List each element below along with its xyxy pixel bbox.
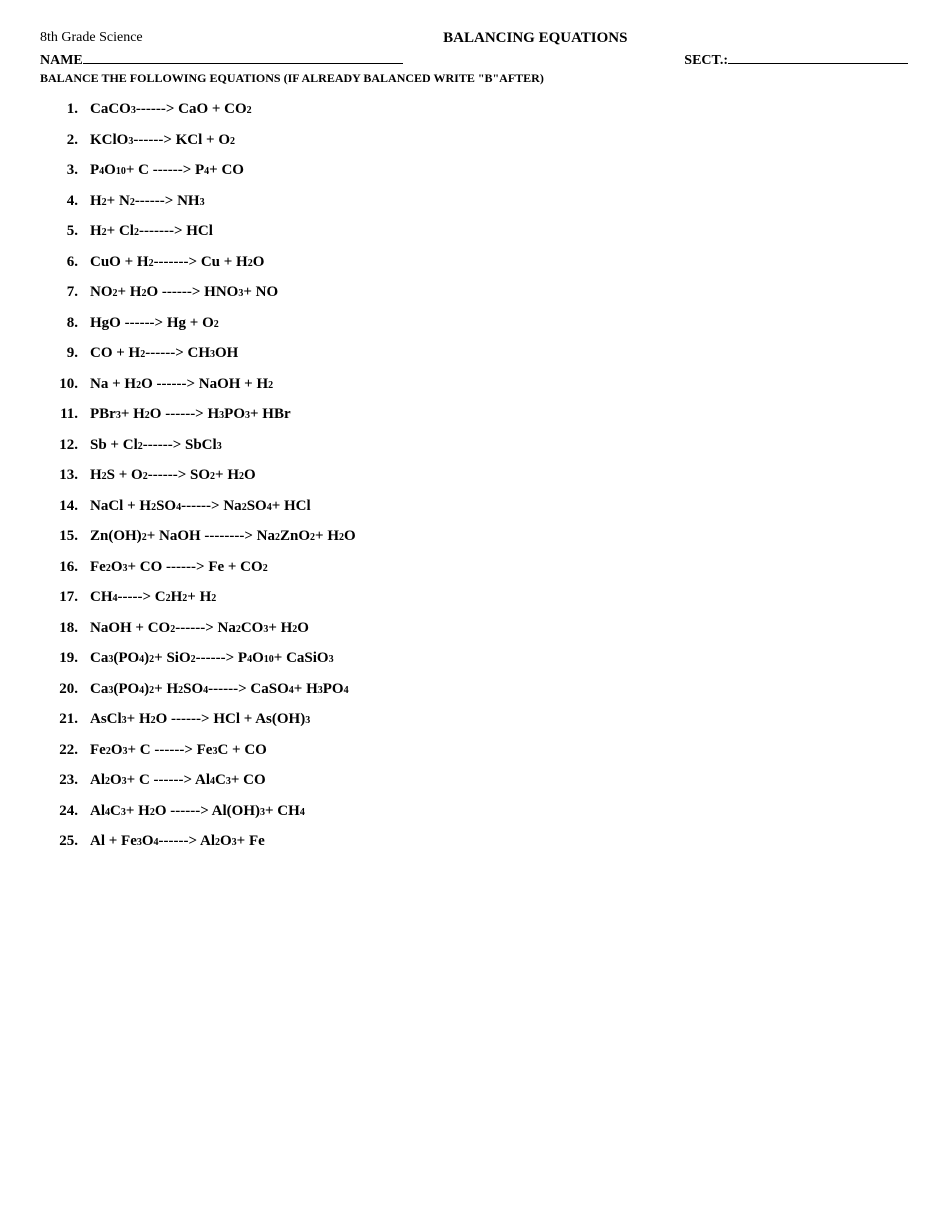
equation-row: 1.CaCO3 ------> CaO + CO2: [40, 98, 908, 121]
equation-content: P4O10 + C ------> P4 + CO: [90, 159, 244, 182]
name-section: NAME: [40, 53, 403, 69]
equation-content: Fe2O3 + CO ------> Fe + CO2: [90, 556, 268, 579]
equation-number: 17.: [40, 586, 90, 609]
sect-section: SECT.:: [684, 53, 908, 69]
equation-row: 12.Sb + Cl2 ------> SbCl3: [40, 434, 908, 457]
equation-row: 24.Al4C3 + H2O ------> Al(OH)3 + CH4: [40, 800, 908, 823]
equation-number: 13.: [40, 464, 90, 487]
equation-content: H2 + N2 ------> NH3: [90, 190, 205, 213]
equation-content: PBr3 + H2O ------> H3PO3 + HBr: [90, 403, 291, 426]
equation-number: 6.: [40, 251, 90, 274]
equation-content: NaCl + H2SO4 ------> Na2SO4 + HCl: [90, 495, 311, 518]
equation-content: HgO ------> Hg + O2: [90, 312, 219, 335]
equation-content: CuO + H2 -------> Cu + H2O: [90, 251, 264, 274]
equation-number: 4.: [40, 190, 90, 213]
equation-content: NaOH + CO2 ------> Na2CO3 + H2O: [90, 617, 309, 640]
equation-number: 9.: [40, 342, 90, 365]
equation-content: Al4C3 + H2O ------> Al(OH)3 + CH4: [90, 800, 305, 823]
equation-number: 14.: [40, 495, 90, 518]
equation-row: 23.Al2O3 + C ------> Al4C3 + CO: [40, 769, 908, 792]
equation-content: Al2O3 + C ------> Al4C3 + CO: [90, 769, 266, 792]
equation-content: Fe2O3 + C ------> Fe3C + CO: [90, 739, 267, 762]
equation-content: KClO3 ------> KCl + O2: [90, 129, 235, 152]
equation-number: 7.: [40, 281, 90, 304]
equation-number: 2.: [40, 129, 90, 152]
page-header: 8th Grade Science BALANCING EQUATIONS: [40, 30, 908, 47]
equation-number: 3.: [40, 159, 90, 182]
subject-label: 8th Grade Science: [40, 30, 143, 46]
equation-number: 22.: [40, 739, 90, 762]
equation-number: 16.: [40, 556, 90, 579]
equation-content: Sb + Cl2 ------> SbCl3: [90, 434, 222, 457]
name-label: NAME: [40, 53, 83, 69]
equation-content: CO + H2 ------> CH3OH: [90, 342, 238, 365]
equation-row: 19.Ca3(PO4)2 + SiO2 ------> P4O10 + CaSi…: [40, 647, 908, 670]
equation-content: Ca3(PO4)2 + H2SO4 ------> CaSO4 + H3PO4: [90, 678, 349, 701]
instructions-text: BALANCE THE FOLLOWING EQUATIONS (IF ALRE…: [40, 71, 908, 86]
equation-row: 8.HgO ------> Hg + O2: [40, 312, 908, 335]
equation-number: 20.: [40, 678, 90, 701]
sect-underline: [728, 63, 908, 64]
equation-number: 10.: [40, 373, 90, 396]
equation-row: 22.Fe2O3 + C ------> Fe3C + CO: [40, 739, 908, 762]
equations-container: 1.CaCO3 ------> CaO + CO22.KClO3 ------>…: [40, 98, 908, 853]
equation-row: 6.CuO + H2 -------> Cu + H2O: [40, 251, 908, 274]
equation-number: 1.: [40, 98, 90, 121]
equation-row: 13.H2S + O2 ------> SO2 + H2O: [40, 464, 908, 487]
equation-row: 5.H2 + Cl2 -------> HCl: [40, 220, 908, 243]
equation-number: 25.: [40, 830, 90, 853]
equation-content: Zn(OH)2 + NaOH --------> Na2ZnO2 + H2O: [90, 525, 356, 548]
equation-row: 21.AsCl3 + H2O ------> HCl + As(OH)3: [40, 708, 908, 731]
equation-number: 15.: [40, 525, 90, 548]
name-sect-line: NAME SECT.:: [40, 53, 908, 69]
name-underline: [83, 63, 403, 64]
equation-content: CH4 -----> C2H2 + H2: [90, 586, 216, 609]
equation-row: 15.Zn(OH)2 + NaOH --------> Na2ZnO2 + H2…: [40, 525, 908, 548]
equation-number: 24.: [40, 800, 90, 823]
equation-row: 11.PBr3 + H2O ------> H3PO3 + HBr: [40, 403, 908, 426]
equation-row: 4.H2 + N2 ------> NH3: [40, 190, 908, 213]
page-title: BALANCING EQUATIONS: [163, 30, 908, 47]
equation-number: 19.: [40, 647, 90, 670]
equation-content: CaCO3 ------> CaO + CO2: [90, 98, 252, 121]
equation-row: 2.KClO3 ------> KCl + O2: [40, 129, 908, 152]
equation-row: 25.Al + Fe3O4 ------> Al2O3 + Fe: [40, 830, 908, 853]
equation-row: 10.Na + H2O ------> NaOH + H2: [40, 373, 908, 396]
equation-number: 8.: [40, 312, 90, 335]
equation-content: Ca3(PO4)2 + SiO2 ------> P4O10 + CaSiO3: [90, 647, 334, 670]
equation-row: 14.NaCl + H2SO4 ------> Na2SO4 + HCl: [40, 495, 908, 518]
equation-content: Na + H2O ------> NaOH + H2: [90, 373, 273, 396]
equation-row: 17.CH4 -----> C2H2 + H2: [40, 586, 908, 609]
equation-number: 21.: [40, 708, 90, 731]
equation-row: 16.Fe2O3 + CO ------> Fe + CO2: [40, 556, 908, 579]
equation-content: H2 + Cl2 -------> HCl: [90, 220, 213, 243]
equation-number: 5.: [40, 220, 90, 243]
equation-content: NO2 + H2O ------> HNO3 + NO: [90, 281, 278, 304]
equation-content: Al + Fe3O4 ------> Al2O3 + Fe: [90, 830, 265, 853]
equation-row: 9.CO + H2 ------> CH3OH: [40, 342, 908, 365]
equation-number: 18.: [40, 617, 90, 640]
equation-row: 7.NO2 + H2O ------> HNO3 + NO: [40, 281, 908, 304]
equation-content: AsCl3 + H2O ------> HCl + As(OH)3: [90, 708, 310, 731]
equation-number: 12.: [40, 434, 90, 457]
equation-number: 11.: [40, 403, 90, 426]
equation-content: H2S + O2 ------> SO2 + H2O: [90, 464, 256, 487]
equation-row: 20.Ca3(PO4)2 + H2SO4 ------> CaSO4 + H3P…: [40, 678, 908, 701]
sect-label: SECT.:: [684, 53, 728, 69]
equation-row: 18.NaOH + CO2 ------> Na2CO3 + H2O: [40, 617, 908, 640]
equation-row: 3.P4O10 + C ------> P4 + CO: [40, 159, 908, 182]
equation-number: 23.: [40, 769, 90, 792]
